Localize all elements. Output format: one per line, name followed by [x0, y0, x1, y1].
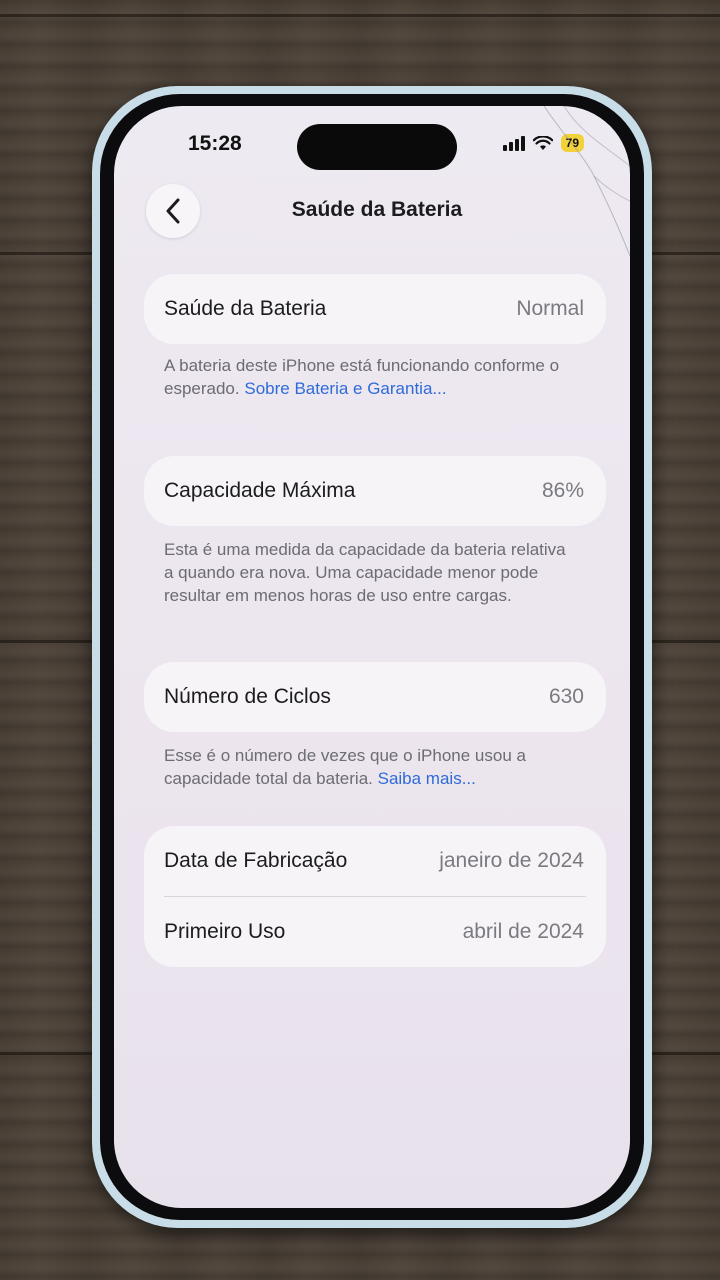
battery-health-label: Saúde da Bateria — [164, 297, 327, 320]
cycle-count-note: Esse é o número de vezes que o iPhone us… — [164, 744, 574, 790]
battery-warranty-link[interactable]: Sobre Bateria e Garantia... — [244, 379, 446, 398]
battery-health-row[interactable]: Saúde da Bateria Normal — [144, 274, 606, 344]
cycle-count-card: Número de Ciclos 630 — [144, 662, 606, 732]
wood-plank-line — [0, 14, 720, 17]
max-capacity-card: Capacidade Máxima 86% — [144, 456, 606, 526]
max-capacity-value: 86% — [541, 479, 584, 502]
screen-crack — [543, 106, 630, 257]
dynamic-island — [297, 124, 457, 170]
phone-screen: 15:28 79 Saúde da Bateria Saúde da Bater… — [114, 106, 630, 1208]
battery-health-card[interactable]: Saúde da Bateria Normal — [144, 274, 606, 344]
learn-more-link[interactable]: Saiba mais... — [378, 769, 476, 788]
manufacture-date-row: Data de Fabricação janeiro de 2024 — [144, 826, 606, 896]
cycle-count-row: Número de Ciclos 630 — [144, 662, 606, 732]
max-capacity-row: Capacidade Máxima 86% — [144, 456, 606, 526]
cellular-signal-icon — [502, 135, 525, 151]
battery-health-value: Normal — [516, 297, 584, 320]
max-capacity-label: Capacidade Máxima — [164, 479, 356, 502]
manufacture-date-value: janeiro de 2024 — [439, 849, 584, 872]
cycle-count-value: 630 — [548, 685, 584, 708]
max-capacity-note: Esta é uma medida da capacidade da bater… — [164, 540, 566, 605]
cycle-count-label: Número de Ciclos — [164, 685, 331, 708]
battery-health-note: A bateria deste iPhone está funcionando … — [164, 354, 574, 400]
first-use-row: Primeiro Uso abril de 2024 — [144, 897, 606, 967]
status-time: 15:28 — [188, 132, 242, 155]
first-use-label: Primeiro Uso — [164, 920, 286, 943]
dates-card: Data de Fabricação janeiro de 2024 Prime… — [144, 826, 606, 967]
manufacture-date-label: Data de Fabricação — [164, 849, 348, 872]
first-use-value: abril de 2024 — [462, 920, 584, 943]
